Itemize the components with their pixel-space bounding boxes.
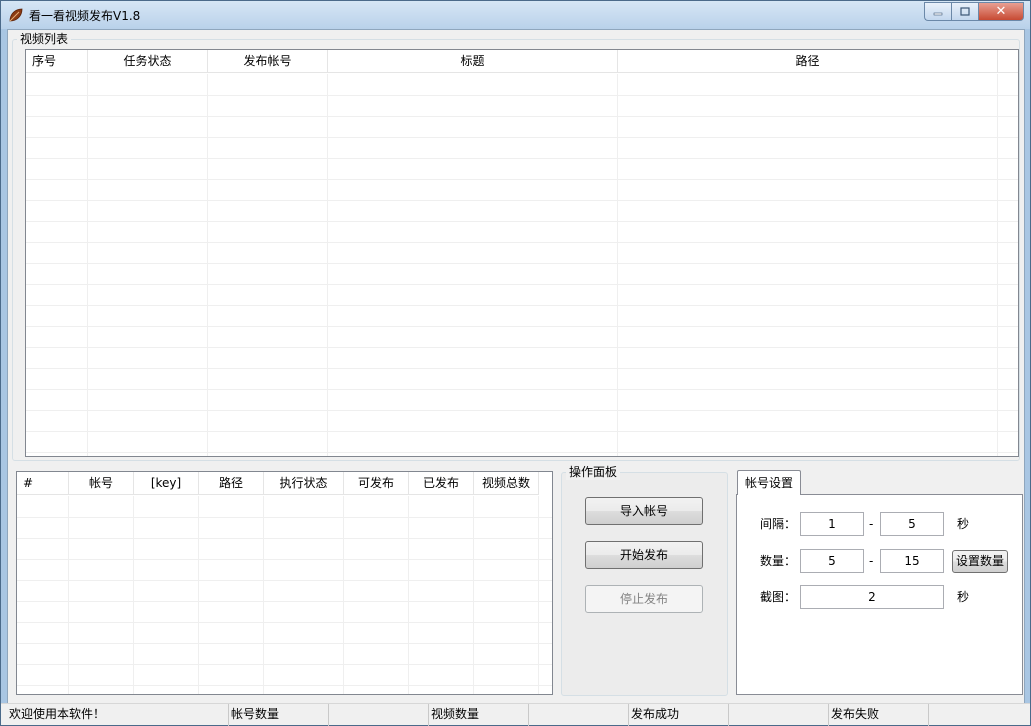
status-account-count: 帐号数量 [229,704,329,726]
video-list-group: 视频列表 序号 任务状态 发布帐号 标题 路径 [12,31,1020,461]
count-max-input[interactable]: 15 [880,549,944,573]
interval-dash: - [869,517,874,531]
video-list-header: 序号 任务状态 发布帐号 标题 路径 [26,50,1018,73]
start-publish-button[interactable]: 开始发布 [585,541,703,569]
col-filler [998,50,1018,73]
col-exec-status[interactable]: 执行状态 [264,472,344,495]
video-list-table[interactable]: 序号 任务状态 发布帐号 标题 路径 [25,49,1019,457]
client-area: 视频列表 序号 任务状态 发布帐号 标题 路径 # 帐号 [key] 路径 执行… [7,29,1025,721]
account-settings-page: 间隔： 1 - 5 秒 数量： 5 - 15 设置数量 截图： 2 秒 [736,494,1023,695]
main-window: 看一看视频发布V1.8 ✕ 视频列表 序号 任务状态 发布帐号 标题 路径 # … [0,0,1031,726]
maximize-button[interactable] [951,2,978,21]
screenshot-input[interactable]: 2 [800,585,944,609]
col-task-status[interactable]: 任务状态 [88,50,208,73]
interval-label: 间隔： [760,517,797,531]
maximize-icon [960,7,970,16]
interval-max-input[interactable]: 5 [880,512,944,536]
status-bar: 欢迎使用本软件！ 帐号数量 视频数量 发布成功 发布失败 [1,703,1030,726]
status-video-count-value [529,704,629,726]
set-count-button[interactable]: 设置数量 [952,550,1008,573]
operation-panel-group: 操作面板 导入帐号 开始发布 停止发布 [561,464,728,696]
interval-min-input[interactable]: 1 [800,512,864,536]
status-publish-fail: 发布失败 [829,704,929,726]
minimize-icon [933,12,943,15]
close-button[interactable]: ✕ [978,2,1024,21]
col-video-total[interactable]: 视频总数 [474,472,539,495]
col-account[interactable]: 帐号 [69,472,134,495]
status-publish-success-value [729,704,829,726]
count-label: 数量： [760,554,797,568]
window-title: 看一看视频发布V1.8 [29,9,141,23]
window-controls: ✕ [924,2,1024,21]
tab-account-settings[interactable]: 帐号设置 [737,470,802,495]
screenshot-unit: 秒 [957,590,970,604]
col-published[interactable]: 已发布 [409,472,474,495]
interval-unit: 秒 [957,517,970,531]
col-path[interactable]: 路径 [618,50,998,73]
account-list-header: # 帐号 [key] 路径 执行状态 可发布 已发布 视频总数 [17,472,539,495]
operation-panel-title: 操作面板 [566,464,621,480]
col-key[interactable]: [key] [134,472,199,495]
stop-publish-button[interactable]: 停止发布 [585,585,703,613]
import-accounts-button[interactable]: 导入帐号 [585,497,703,525]
status-account-count-value [329,704,429,726]
video-list-group-title: 视频列表 [17,31,72,47]
status-publish-fail-value [929,704,1028,726]
col-account-path[interactable]: 路径 [199,472,264,495]
account-list-table[interactable]: # 帐号 [key] 路径 执行状态 可发布 已发布 视频总数 [16,471,553,695]
status-video-count: 视频数量 [429,704,529,726]
col-title[interactable]: 标题 [328,50,618,73]
col-publish-account[interactable]: 发布帐号 [208,50,328,73]
minimize-button[interactable] [924,2,951,21]
col-hash[interactable]: # [17,472,69,495]
count-min-input[interactable]: 5 [800,549,864,573]
col-publishable[interactable]: 可发布 [344,472,409,495]
count-dash: - [869,554,874,568]
status-welcome: 欢迎使用本软件！ [1,704,229,726]
status-publish-success: 发布成功 [629,704,729,726]
screenshot-label: 截图： [760,590,797,604]
close-icon: ✕ [995,4,1007,19]
leaf-icon [9,8,23,22]
col-index[interactable]: 序号 [26,50,88,73]
title-bar[interactable]: 看一看视频发布V1.8 ✕ [1,1,1030,29]
